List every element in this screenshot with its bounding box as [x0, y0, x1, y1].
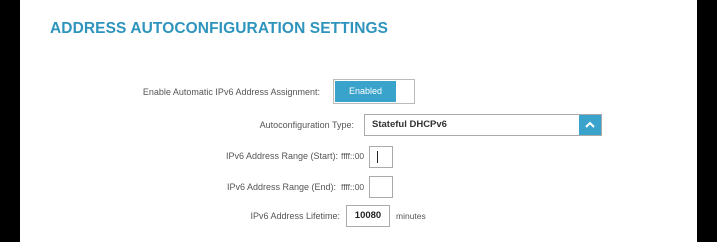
text-cursor — [377, 151, 378, 163]
section-title: ADDRESS AUTOCONFIGURATION SETTINGS — [50, 20, 389, 37]
toggle-enabled-state: Enabled — [335, 81, 396, 102]
range-start-input[interactable] — [369, 146, 393, 168]
autoconfig-type-select[interactable]: Stateful DHCPv6 — [364, 114, 602, 136]
chevron-up-icon — [585, 121, 595, 128]
autoconfig-type-label: Autoconfiguration Type: — [259, 120, 354, 130]
range-end-input[interactable] — [369, 176, 393, 198]
settings-panel: ADDRESS AUTOCONFIGURATION SETTINGS Enabl… — [20, 0, 697, 242]
select-dropdown-button[interactable] — [579, 115, 601, 135]
enable-assignment-label: Enable Automatic IPv6 Address Assignment… — [142, 87, 320, 97]
autoconfig-type-value: Stateful DHCPv6 — [372, 119, 447, 130]
range-start-label: IPv6 Address Range (Start): — [225, 151, 338, 161]
enable-assignment-toggle[interactable]: Enabled — [333, 79, 415, 104]
lifetime-unit: minutes — [396, 211, 426, 221]
lifetime-input[interactable]: 10080 — [346, 205, 390, 227]
lifetime-label: IPv6 Address Lifetime: — [250, 211, 340, 221]
range-end-prefix: ffff::00 — [341, 182, 365, 192]
range-end-label: IPv6 Address Range (End): — [226, 182, 336, 192]
range-start-prefix: ffff::00 — [341, 151, 365, 161]
